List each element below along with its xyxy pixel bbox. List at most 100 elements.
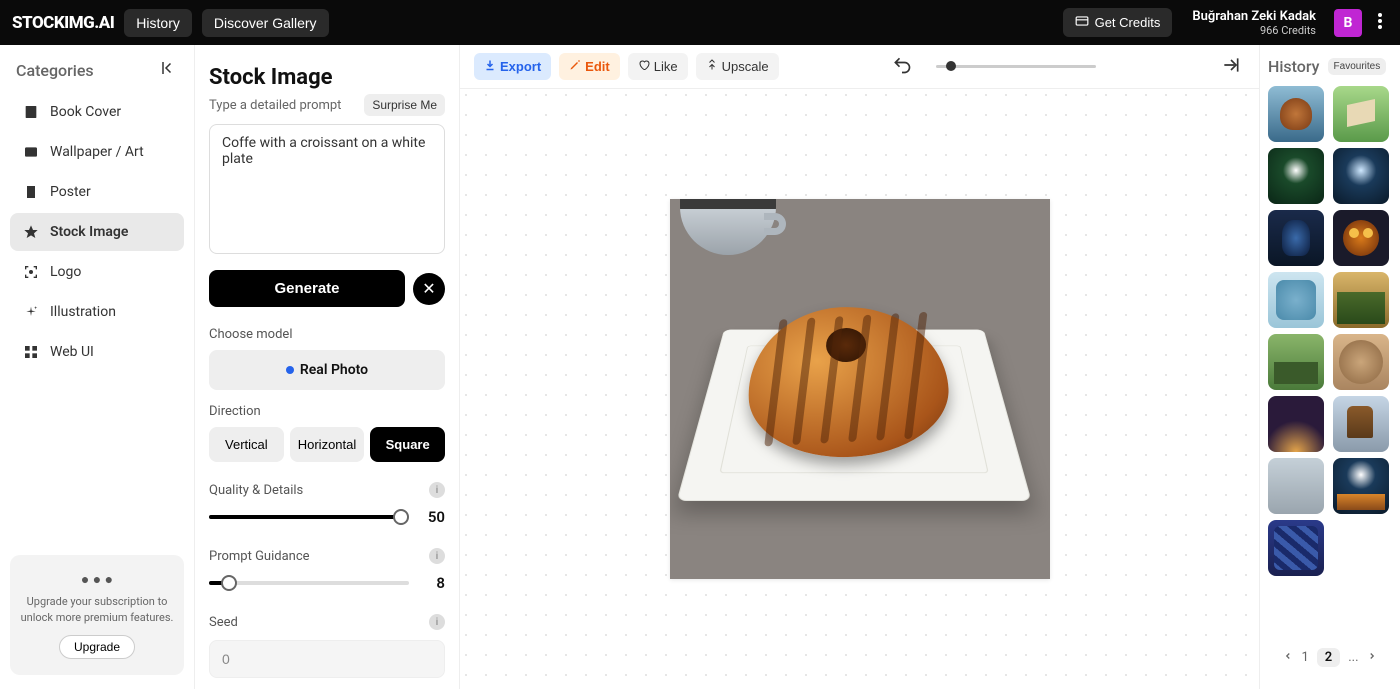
history-thumb[interactable] [1333, 210, 1389, 266]
get-credits-button[interactable]: Get Credits [1063, 8, 1173, 37]
quality-label: Quality & Details [209, 483, 303, 498]
category-label: Wallpaper / Art [50, 144, 144, 160]
history-thumb[interactable] [1268, 86, 1324, 142]
poster-icon [22, 183, 40, 201]
book-icon [22, 103, 40, 121]
topbar: STOCKIMG.AI History Discover Gallery Get… [0, 0, 1400, 45]
direction-label: Direction [209, 404, 445, 419]
generated-image[interactable] [670, 199, 1050, 579]
history-thumb[interactable] [1268, 396, 1324, 452]
pager-page-2[interactable]: 2 [1317, 648, 1340, 667]
history-thumb[interactable] [1268, 148, 1324, 204]
seed-input[interactable] [209, 640, 445, 678]
pager-ellipsis: ... [1348, 650, 1358, 665]
model-active-dot-icon [286, 366, 294, 374]
history-thumb[interactable] [1268, 210, 1324, 266]
history-thumbnails [1268, 86, 1392, 576]
history-thumb[interactable] [1333, 148, 1389, 204]
upgrade-text: Upgrade your subscription to unlock more… [20, 594, 174, 625]
category-illustration[interactable]: Illustration [10, 293, 184, 331]
history-thumb[interactable] [1333, 334, 1389, 390]
info-icon[interactable]: i [429, 614, 445, 630]
upgrade-box: ● ● ● Upgrade your subscription to unloc… [10, 555, 184, 675]
loading-dots-icon: ● ● ● [20, 571, 174, 588]
logo: STOCKIMG.AI [12, 13, 114, 33]
category-book-cover[interactable]: Book Cover [10, 93, 184, 131]
clear-prompt-button[interactable]: ✕ [413, 273, 445, 305]
edit-button[interactable]: Edit [559, 53, 620, 80]
category-label: Logo [50, 264, 81, 280]
prompt-input[interactable] [209, 124, 445, 254]
fit-to-screen-icon[interactable] [1217, 51, 1245, 83]
category-logo[interactable]: Logo [10, 253, 184, 291]
category-label: Web UI [50, 344, 94, 360]
history-thumb[interactable] [1268, 334, 1324, 390]
info-icon[interactable]: i [429, 482, 445, 498]
guidance-label: Prompt Guidance [209, 549, 310, 564]
history-thumb[interactable] [1333, 458, 1389, 514]
category-label: Stock Image [50, 224, 128, 240]
kebab-menu-icon[interactable] [1372, 13, 1388, 33]
download-icon [484, 59, 496, 74]
history-thumb[interactable] [1333, 86, 1389, 142]
model-selector[interactable]: Real Photo [209, 350, 445, 390]
export-button[interactable]: Export [474, 53, 551, 80]
history-thumb[interactable] [1268, 272, 1324, 328]
guidance-slider[interactable] [209, 581, 409, 585]
history-thumb[interactable] [1268, 520, 1324, 576]
history-thumb[interactable] [1333, 272, 1389, 328]
history-title: History [1268, 57, 1320, 76]
seed-label: Seed [209, 615, 238, 630]
direction-vertical-button[interactable]: Vertical [209, 427, 284, 462]
user-credits: 966 Credits [1192, 24, 1316, 37]
upscale-button[interactable]: Upscale [696, 53, 779, 80]
pager-next-icon[interactable] [1367, 650, 1377, 665]
generate-button[interactable]: Generate [209, 270, 405, 307]
collapse-sidebar-icon[interactable] [160, 59, 178, 81]
prompt-hint: Type a detailed prompt [209, 98, 341, 113]
canvas-area: Export Edit Like Upscale [460, 45, 1260, 689]
pager: 1 2 ... [1268, 638, 1392, 677]
grid-icon [22, 343, 40, 361]
page-title: Stock Image [209, 65, 445, 90]
pager-page-1[interactable]: 1 [1301, 650, 1308, 665]
focus-icon [22, 263, 40, 281]
info-icon[interactable]: i [429, 548, 445, 564]
category-stock-image[interactable]: Stock Image [10, 213, 184, 251]
settings-panel: Stock Image Type a detailed prompt Surpr… [195, 45, 460, 689]
canvas-toolbar: Export Edit Like Upscale [460, 45, 1259, 89]
surprise-me-button[interactable]: Surprise Me [364, 94, 445, 116]
canvas[interactable] [460, 89, 1259, 689]
history-panel: History Favourites 1 2 ... [1260, 45, 1400, 689]
category-label: Poster [50, 184, 91, 200]
upscale-icon [706, 59, 718, 74]
guidance-value: 8 [421, 574, 445, 592]
quality-slider[interactable] [209, 515, 409, 519]
upgrade-button[interactable]: Upgrade [59, 635, 135, 659]
category-web-ui[interactable]: Web UI [10, 333, 184, 371]
user-block: Buğrahan Zeki Kadak 966 Credits [1192, 9, 1316, 37]
like-button[interactable]: Like [628, 53, 688, 80]
history-thumb[interactable] [1268, 458, 1324, 514]
user-name: Buğrahan Zeki Kadak [1192, 9, 1316, 24]
avatar[interactable]: B [1334, 9, 1362, 37]
sparkles-icon [22, 303, 40, 321]
get-credits-label: Get Credits [1095, 15, 1161, 30]
sidebar-title: Categories [16, 61, 94, 80]
category-wallpaper[interactable]: Wallpaper / Art [10, 133, 184, 171]
discover-gallery-button[interactable]: Discover Gallery [202, 9, 329, 37]
category-label: Book Cover [50, 104, 121, 120]
category-poster[interactable]: Poster [10, 173, 184, 211]
direction-square-button[interactable]: Square [370, 427, 445, 462]
image-icon [22, 143, 40, 161]
like-label: Like [654, 59, 678, 74]
direction-horizontal-button[interactable]: Horizontal [290, 427, 365, 462]
history-button[interactable]: History [124, 9, 192, 37]
export-label: Export [500, 59, 541, 74]
favourites-button[interactable]: Favourites [1328, 58, 1387, 75]
pager-prev-icon[interactable] [1283, 650, 1293, 665]
history-thumb[interactable] [1333, 396, 1389, 452]
undo-icon[interactable] [888, 51, 916, 83]
zoom-slider[interactable] [936, 65, 1096, 68]
credit-card-icon [1075, 14, 1089, 31]
